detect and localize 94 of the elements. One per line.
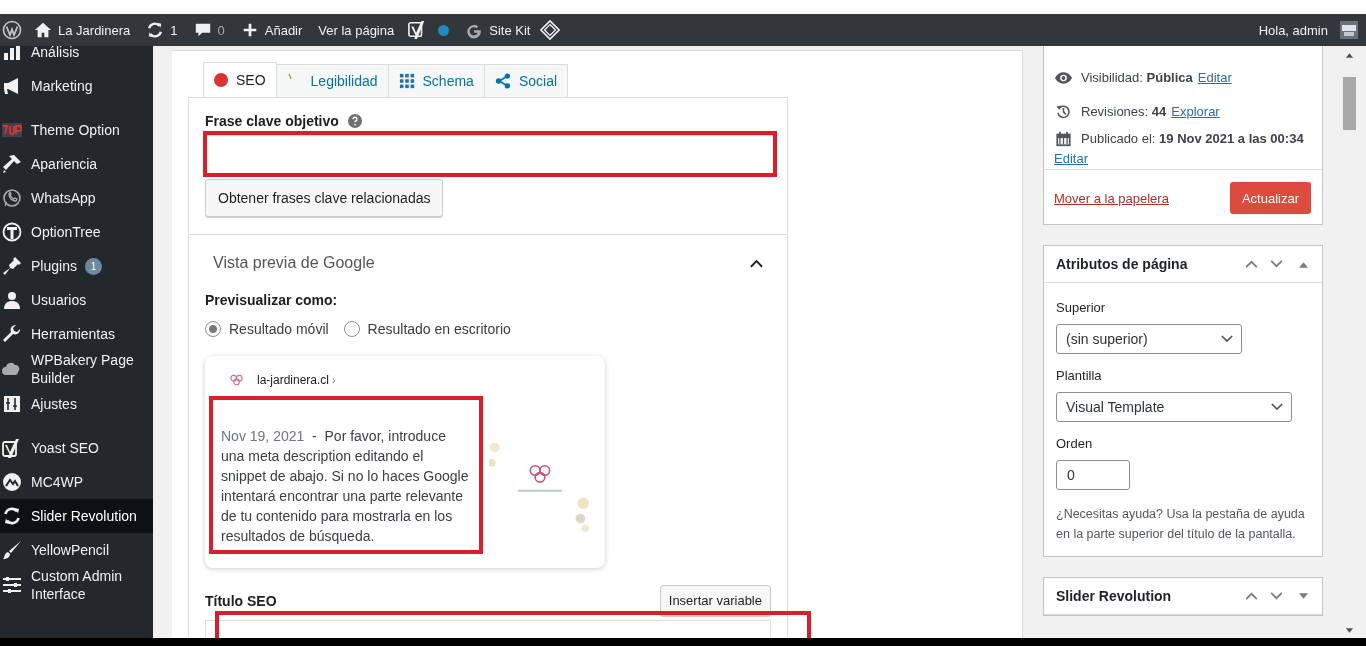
- radio-option[interactable]: Resultado en escritorio: [343, 321, 511, 337]
- chevron-down-icon: [1271, 403, 1283, 411]
- flower-icon: [229, 373, 244, 387]
- readability-mark-icon: [286, 73, 295, 81]
- sidebar-item[interactable]: Yoast SEO: [0, 431, 153, 465]
- new-link[interactable]: Añadir: [232, 14, 311, 46]
- dropdown[interactable]: Visual Template: [1056, 392, 1292, 422]
- sidebar-item[interactable]: Plugins 1: [0, 249, 153, 283]
- sidebar-item[interactable]: YellowPencil: [0, 533, 153, 567]
- sidebar-item[interactable]: OptionTree: [0, 215, 153, 249]
- logo-icon: [2, 120, 22, 140]
- yoast-icon: [2, 438, 22, 458]
- order-field[interactable]: 0: [1056, 460, 1130, 490]
- sidebar-item[interactable]: Apariencia: [0, 147, 153, 181]
- diamond-icon[interactable]: [540, 20, 561, 40]
- refresh-icon: [146, 21, 165, 39]
- sidebar-item[interactable]: Slider Revolution: [0, 499, 153, 533]
- snippet-description: Nov 19, 2021 - Por favor, introduce una meta description editando el snippet de abajo. Si no lo haces Google intentará encontrar una parte relevante de tu contenido para mostrarla en los resultados de búsqueda.: [221, 427, 470, 546]
- grid-icon: [398, 73, 415, 89]
- chevron-up-icon[interactable]: [750, 258, 763, 268]
- status-text: Revisiones: 44: [1081, 103, 1167, 121]
- section-title[interactable]: Vista previa de Google: [213, 254, 375, 272]
- expand-icon[interactable]: [1299, 592, 1308, 600]
- sidebar-item[interactable]: Marketing: [0, 69, 153, 103]
- field-label: Frase clave objetivo: [205, 113, 339, 129]
- view-page-link[interactable]: Ver la página: [310, 14, 403, 46]
- tab[interactable]: Social: [483, 64, 569, 97]
- box-title: Slider Revolution: [1056, 588, 1173, 604]
- avatar-icon[interactable]: [1340, 21, 1358, 39]
- sidebar-item[interactable]: Theme Option: [0, 113, 153, 147]
- share-icon: [494, 73, 511, 89]
- sidebar-item[interactable]: Análisis: [0, 46, 153, 69]
- dropdown[interactable]: (sin superior): [1056, 324, 1242, 354]
- update-count-badge: 1: [84, 257, 102, 275]
- brush-icon: [2, 154, 22, 174]
- field-label: Previsualizar como:: [205, 291, 339, 310]
- eye-icon: [1054, 70, 1073, 86]
- chart-icon: [2, 46, 22, 62]
- wordpress-logo-icon[interactable]: [2, 20, 22, 40]
- status-dot: [438, 24, 450, 36]
- collapse-icon[interactable]: [1299, 260, 1308, 268]
- sidebar-item[interactable]: Herramientas: [0, 317, 153, 351]
- pencil-icon: [2, 540, 22, 560]
- field-label: Plantilla: [1056, 367, 1103, 385]
- updates-link[interactable]: 1: [138, 14, 186, 46]
- account-link[interactable]: Hola, admin: [1250, 14, 1336, 46]
- sidebar-item[interactable]: Ajustes: [0, 387, 153, 421]
- calendar-icon: [1054, 131, 1073, 147]
- wrench-icon: [2, 324, 22, 344]
- radio-button[interactable]: [205, 321, 221, 337]
- tab[interactable]: Legibilidad: [275, 64, 389, 97]
- comments-link[interactable]: 0: [185, 14, 233, 46]
- sidebar-item[interactable]: Usuarios: [0, 283, 153, 317]
- plug-icon: [2, 256, 22, 276]
- help-icon[interactable]: [347, 114, 362, 128]
- scroll-thumb[interactable]: [1343, 77, 1356, 130]
- field-label: Título SEO: [205, 592, 277, 609]
- sliders-icon: [2, 575, 22, 595]
- url-text: la-jardinera.cl: [257, 373, 330, 387]
- radio-button[interactable]: [343, 321, 360, 337]
- chevron-down-icon[interactable]: [1270, 592, 1283, 600]
- home-icon: [34, 21, 52, 39]
- edit-link[interactable]: Editar: [1054, 149, 1088, 169]
- scroll-up-icon[interactable]: [1345, 52, 1354, 58]
- sidebar-item[interactable]: Custom Admin Interface: [0, 567, 153, 603]
- yoast-icon[interactable]: [408, 20, 427, 40]
- field-label: Superior: [1056, 299, 1107, 317]
- chevron-down-icon[interactable]: [1270, 260, 1283, 268]
- breadcrumb-arrow: ›: [332, 374, 336, 386]
- edit-link[interactable]: Explorar: [1171, 102, 1220, 122]
- history-icon: [1054, 104, 1073, 120]
- sidebar-item[interactable]: MC4WP: [0, 465, 153, 499]
- related-keyphrases-button[interactable]: Obtener frases clave relacionadas: [205, 179, 444, 217]
- site-link[interactable]: La Jardinera: [26, 14, 139, 46]
- tree-logo-icon: [2, 222, 22, 242]
- user-icon: [2, 290, 22, 310]
- tab[interactable]: SEO: [203, 62, 277, 97]
- box-title: Atributos de página: [1056, 256, 1189, 272]
- sidebar-item[interactable]: WhatsApp: [0, 181, 153, 215]
- refresh-icon: [2, 506, 22, 526]
- update-button[interactable]: Actualizar: [1229, 182, 1311, 214]
- site-kit-link[interactable]: Site Kit: [457, 14, 539, 46]
- chat-icon: [2, 188, 22, 208]
- scroll-down-icon[interactable]: [1345, 628, 1354, 634]
- status-text: Publicado el: 19 Nov 2021 a las 00:34: [1081, 130, 1304, 148]
- status-text: Visibilidad: Pública: [1081, 69, 1193, 87]
- tab[interactable]: Schema: [387, 64, 485, 97]
- help-text: ¿Necesitas ayuda? Usa la pestaña de ayuda en la parte superior del título de la pantalla.: [1056, 506, 1306, 543]
- field-label: Orden: [1056, 435, 1094, 453]
- sidebar-item[interactable]: WPBakery Page Builder: [0, 351, 153, 387]
- trash-link[interactable]: Mover a la papelera: [1054, 190, 1169, 206]
- chevron-down-icon: [1221, 335, 1233, 343]
- radio-option[interactable]: Resultado móvil: [205, 321, 329, 337]
- edit-link[interactable]: Editar: [1197, 68, 1232, 88]
